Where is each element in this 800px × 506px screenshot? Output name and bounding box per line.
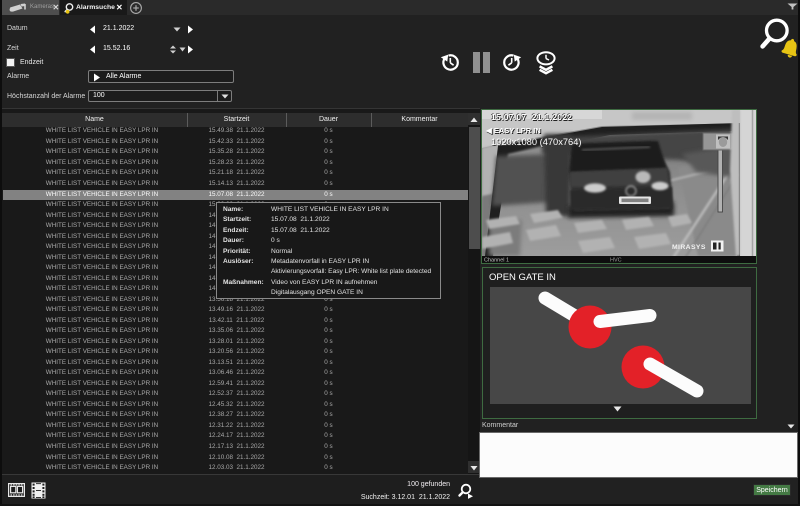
svg-text:HVC: HVC bbox=[610, 258, 622, 264]
svg-text:Channel 1: Channel 1 bbox=[484, 258, 509, 264]
svg-text:MIRASYS: MIRASYS bbox=[672, 244, 706, 251]
